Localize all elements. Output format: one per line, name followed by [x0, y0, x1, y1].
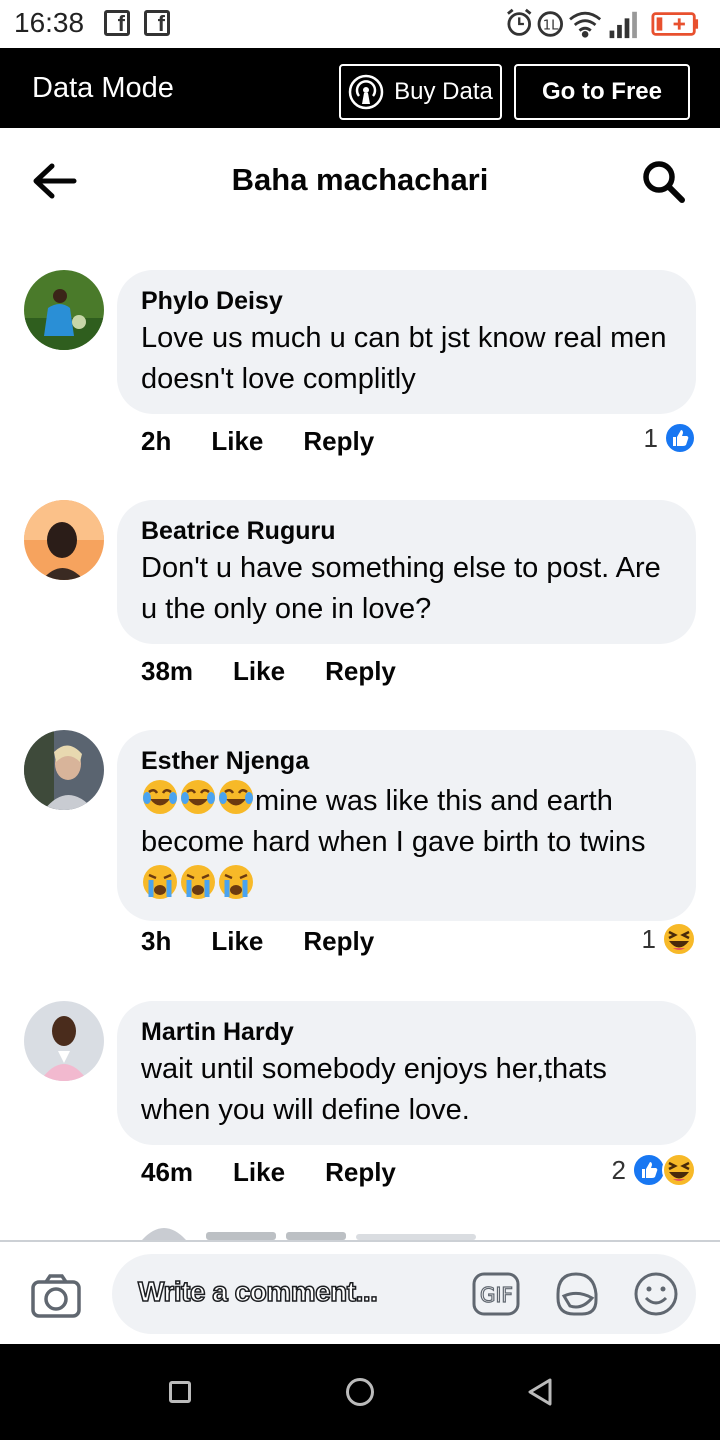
page-header: Baha machachari — [0, 128, 720, 232]
facebook-icon: f — [104, 10, 130, 36]
crying-emoji-icon — [143, 865, 177, 899]
data-saver-icon: 1L — [537, 11, 563, 37]
reply-button[interactable]: Reply — [325, 1157, 396, 1188]
crying-emoji-icon — [219, 865, 253, 899]
status-time: 16:38 — [14, 7, 85, 38]
camera-icon[interactable] — [30, 1272, 82, 1320]
reply-button[interactable]: Reply — [325, 656, 396, 687]
gif-label: GIF — [480, 1283, 513, 1307]
comment-actions: 3h Like Reply — [141, 926, 374, 957]
comment-age[interactable]: 46m — [141, 1157, 193, 1188]
tears-of-joy-emoji-icon — [219, 780, 253, 814]
comment-actions: 46m Like Reply — [141, 1157, 396, 1188]
avatar[interactable] — [24, 730, 104, 810]
recent-apps-icon[interactable] — [169, 1381, 191, 1403]
like-reaction-icon — [664, 422, 696, 454]
search-icon[interactable] — [640, 158, 686, 204]
signal-icon — [609, 11, 637, 39]
avatar[interactable] — [24, 1001, 104, 1081]
data-mode-bar: Data Mode Buy Data Go to Free — [0, 48, 720, 128]
comment-author[interactable]: Martin Hardy — [141, 1015, 672, 1049]
like-button[interactable]: Like — [233, 1157, 285, 1188]
reply-button[interactable]: Reply — [303, 926, 374, 957]
comment-actions: 2h Like Reply — [141, 426, 374, 457]
alarm-icon — [507, 8, 532, 36]
avatar[interactable] — [24, 270, 104, 350]
comment-author[interactable]: Phylo Deisy — [141, 284, 672, 318]
battery-icon — [651, 12, 699, 36]
reply-button[interactable]: Reply — [303, 426, 374, 457]
comment-input[interactable]: Write a comment... GIF — [112, 1254, 696, 1334]
sticker-icon[interactable] — [552, 1270, 600, 1318]
comment-author[interactable]: Beatrice Ruguru — [141, 514, 672, 548]
comment-bubble[interactable]: Phylo Deisy Love us much u can bt jst kn… — [117, 270, 696, 414]
tears-of-joy-emoji-icon — [181, 780, 215, 814]
reaction-summary[interactable]: 1 — [642, 922, 696, 956]
next-reply-preview — [142, 1228, 476, 1240]
go-to-free-label: Go to Free — [541, 78, 662, 105]
svg-text:1L: 1L — [543, 19, 559, 34]
comment-actions: 38m Like Reply — [141, 656, 396, 687]
comment-bubble[interactable]: Esther Njenga mine was like this and ear… — [117, 730, 696, 921]
comment-age[interactable]: 2h — [141, 426, 171, 457]
data-mode-title: Data Mode — [32, 72, 174, 104]
haha-reaction-icon — [662, 922, 696, 956]
reaction-count: 2 — [611, 1154, 626, 1185]
emoji-icon[interactable] — [632, 1270, 680, 1318]
status-bar: 16:38 f f 1L — [0, 0, 720, 48]
comment-text: mine was like this and earth become hard… — [141, 778, 672, 907]
comment-age[interactable]: 38m — [141, 656, 193, 687]
broadcast-icon — [348, 74, 384, 110]
comment-composer: Write a comment... GIF — [0, 1240, 720, 1344]
comment-text: Don't u have something else to post. Are… — [141, 552, 661, 625]
comment-text: wait until somebody enjoys her,thats whe… — [141, 1053, 607, 1126]
status-icons: 1L — [507, 8, 699, 39]
comment-list: Phylo Deisy Love us much u can bt jst kn… — [0, 232, 720, 1240]
reaction-count: 1 — [643, 422, 658, 453]
system-nav-bar — [0, 1344, 720, 1440]
comment-bubble[interactable]: Beatrice Ruguru Don't u have something e… — [117, 500, 696, 644]
comment-age[interactable]: 3h — [141, 926, 171, 957]
like-button[interactable]: Like — [211, 426, 263, 457]
comment-text: Love us much u can bt jst know real men … — [141, 322, 667, 395]
nav-back-icon[interactable] — [526, 1377, 554, 1407]
go-to-free-button[interactable]: Go to Free — [514, 64, 690, 120]
like-reaction-icon — [632, 1153, 666, 1187]
page-title: Baha machachari — [231, 162, 489, 197]
wifi-icon — [569, 11, 602, 38]
haha-reaction-icon — [662, 1153, 696, 1187]
comment-input-placeholder: Write a comment... — [137, 1275, 378, 1308]
buy-data-label: Buy Data — [394, 78, 493, 105]
crying-emoji-icon — [181, 865, 215, 899]
facebook-icon: f — [144, 10, 170, 36]
comment-bubble[interactable]: Martin Hardy wait until somebody enjoys … — [117, 1001, 696, 1145]
buy-data-button[interactable]: Buy Data — [339, 64, 502, 120]
reaction-summary[interactable]: 1 — [644, 422, 696, 454]
home-icon[interactable] — [346, 1378, 374, 1406]
like-button[interactable]: Like — [211, 926, 263, 957]
tears-of-joy-emoji-icon — [143, 780, 177, 814]
avatar[interactable] — [24, 500, 104, 580]
comment-author[interactable]: Esther Njenga — [141, 744, 672, 778]
gif-icon[interactable]: GIF — [472, 1272, 520, 1316]
reaction-summary[interactable]: 2 — [612, 1153, 696, 1187]
reaction-count: 1 — [641, 923, 656, 954]
like-button[interactable]: Like — [233, 656, 285, 687]
